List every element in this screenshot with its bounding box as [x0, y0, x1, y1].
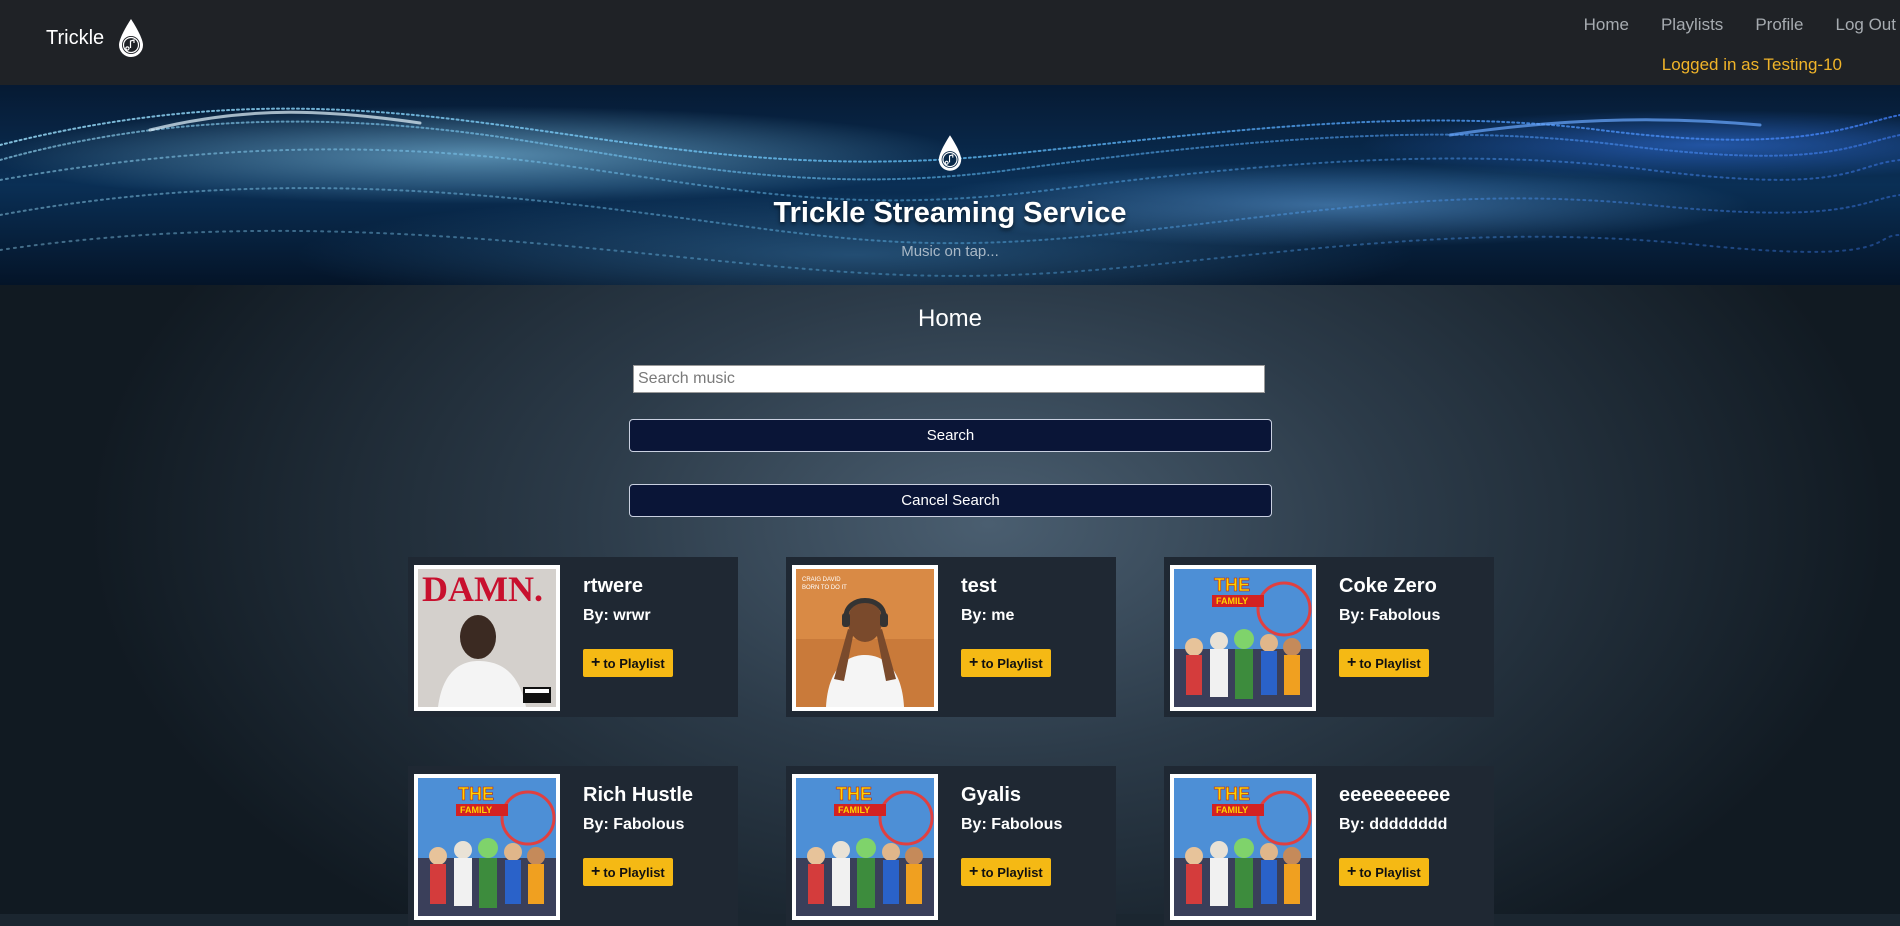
brand-link[interactable]: Trickle [46, 18, 146, 58]
plus-icon: + [591, 863, 601, 880]
plus-icon: + [591, 654, 601, 671]
svg-text:FAMILY: FAMILY [838, 805, 870, 815]
cancel-search-button[interactable]: Cancel Search [629, 484, 1272, 517]
song-artist: By: dddddddd [1339, 816, 1448, 833]
the-family-album-art: THE FAMILY [418, 778, 556, 916]
plus-icon: + [1347, 654, 1357, 671]
song-title: rtwere [583, 575, 644, 597]
song-title: eeeeeeeeee [1339, 784, 1451, 806]
svg-text:DAMN.: DAMN. [422, 569, 543, 609]
song-artist: By: me [961, 607, 1015, 624]
nav-home-link[interactable]: Home [1584, 15, 1629, 35]
add-to-playlist-button[interactable]: + to Playlist [961, 649, 1051, 677]
song-artist: By: Fabolous [1339, 607, 1441, 624]
svg-text:THE: THE [1214, 784, 1250, 804]
hero-drop-music-icon [938, 135, 962, 171]
add-to-playlist-button[interactable]: + to Playlist [583, 858, 673, 886]
hero-subtitle: Music on tap... [901, 243, 999, 260]
album-cover: THE FAMILY [414, 774, 560, 920]
song-artist: By: wrwr [583, 607, 651, 624]
add-to-playlist-label: to Playlist [603, 655, 665, 671]
add-to-playlist-label: to Playlist [981, 864, 1043, 880]
add-to-playlist-button[interactable]: + to Playlist [1339, 858, 1429, 886]
the-family-album-art: THE FAMILY [1174, 569, 1312, 707]
svg-text:THE: THE [458, 784, 494, 804]
svg-text:BORN TO DO IT: BORN TO DO IT [802, 585, 847, 591]
hero-title: Trickle Streaming Service [773, 197, 1127, 229]
page-title: Home [917, 305, 983, 332]
plus-icon: + [969, 863, 979, 880]
song-title: Rich Hustle [583, 784, 694, 806]
svg-text:FAMILY: FAMILY [1216, 596, 1248, 606]
album-cover: THE FAMILY [1170, 774, 1316, 920]
add-to-playlist-label: to Playlist [603, 864, 665, 880]
hero-banner: Trickle Streaming Service Music on tap..… [0, 85, 1900, 285]
song-card: THE FAMILY Coke Zero By: Fabolous + to P… [1164, 557, 1494, 717]
the-family-album-art: THE FAMILY [1174, 778, 1312, 916]
nav-logout-link[interactable]: Log Out [1836, 15, 1897, 35]
song-title: Gyalis [961, 784, 1022, 806]
navbar: Trickle Home Playlists Profile Log Out L… [0, 0, 1900, 85]
water-drop-music-icon [119, 19, 144, 57]
damn-album-art: DAMN. [418, 569, 556, 707]
brand-name: Trickle [46, 26, 105, 49]
search-button[interactable]: Search [629, 419, 1272, 452]
album-cover: THE FAMILY [792, 774, 938, 920]
add-to-playlist-label: to Playlist [1359, 864, 1421, 880]
add-to-playlist-button[interactable]: + to Playlist [1339, 649, 1429, 677]
song-card: THE FAMILY Rich Hustle By: Fabolous + to… [408, 766, 738, 926]
main-content: Home Search Cancel Search DAMN. rtwere B… [0, 285, 1900, 926]
nav-links: Home Playlists Profile Log Out [1584, 15, 1900, 35]
song-card: THE FAMILY Gyalis By: Fabolous + to Play… [786, 766, 1116, 926]
plus-icon: + [969, 654, 979, 671]
album-cover: THE FAMILY [1170, 565, 1316, 711]
add-to-playlist-button[interactable]: + to Playlist [961, 858, 1051, 886]
nav-playlists-link[interactable]: Playlists [1661, 15, 1723, 35]
add-to-playlist-button[interactable]: + to Playlist [583, 649, 673, 677]
song-card: DAMN. rtwere By: wrwr + to Playlist [408, 557, 738, 717]
song-artist: By: Fabolous [961, 816, 1063, 833]
svg-text:FAMILY: FAMILY [1216, 805, 1248, 815]
svg-text:CRAIG DAVID: CRAIG DAVID [802, 577, 841, 583]
album-cover: CRAIG DAVID BORN TO DO IT [792, 565, 938, 711]
add-to-playlist-label: to Playlist [1359, 655, 1421, 671]
svg-text:THE: THE [836, 784, 872, 804]
song-card: CRAIG DAVID BORN TO DO IT test By: me + … [786, 557, 1116, 717]
song-artist: By: Fabolous [583, 816, 685, 833]
song-title: Coke Zero [1339, 575, 1437, 597]
svg-text:THE: THE [1214, 575, 1250, 595]
search-input[interactable] [633, 365, 1265, 393]
add-to-playlist-label: to Playlist [981, 655, 1043, 671]
headphones-album-art: CRAIG DAVID BORN TO DO IT [796, 569, 934, 707]
plus-icon: + [1347, 863, 1357, 880]
song-title: test [961, 575, 997, 597]
svg-text:FAMILY: FAMILY [460, 805, 492, 815]
the-family-album-art: THE FAMILY [796, 778, 934, 916]
logged-in-status: Logged in as Testing-10 [1661, 55, 1842, 74]
nav-profile-link[interactable]: Profile [1755, 15, 1803, 35]
album-cover: DAMN. [414, 565, 560, 711]
song-card: THE FAMILY eeeeeeeeee By: dddddddd + to … [1164, 766, 1494, 926]
